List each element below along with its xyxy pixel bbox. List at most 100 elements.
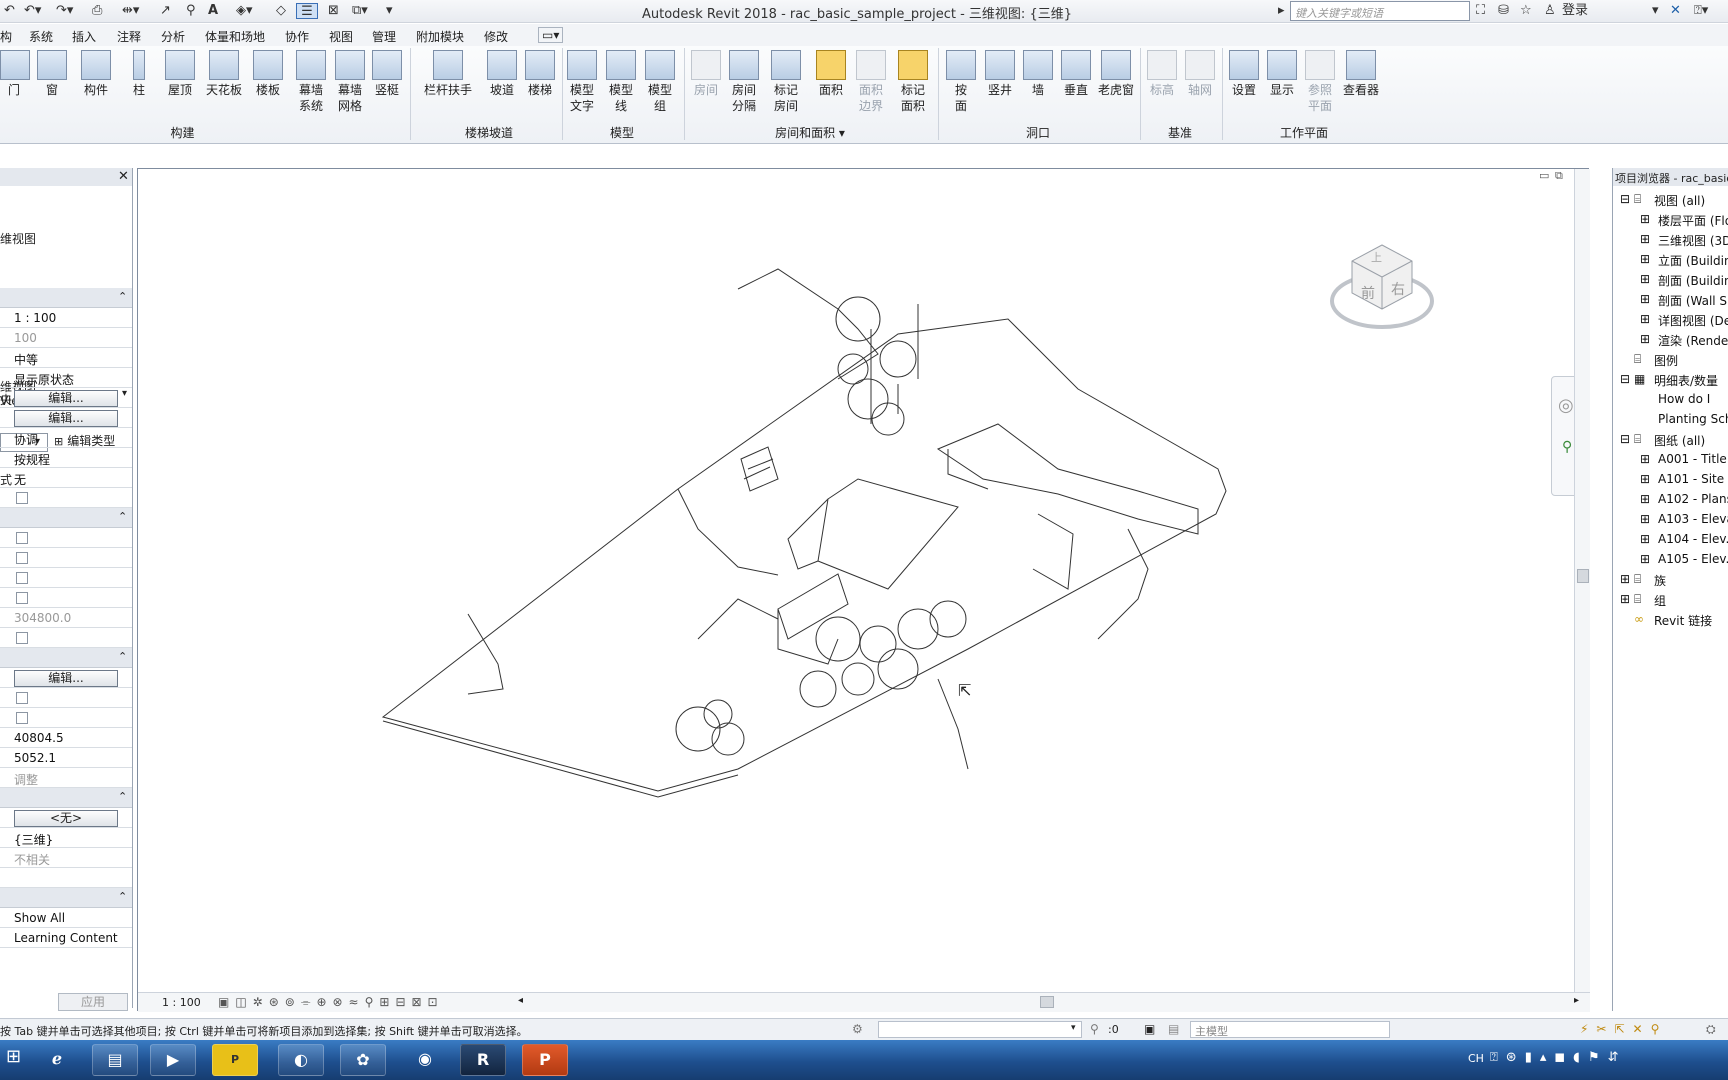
tree-item-planting[interactable]: Planting Sch [1658,412,1728,426]
prop-row[interactable]: 协调 [0,428,132,448]
tree-item-families[interactable]: 族 [1654,572,1666,589]
view-scale[interactable]: 1 : 100 [162,996,201,1009]
vertical-tool[interactable]: 垂直 [1058,50,1094,98]
expand-icon[interactable]: ⊟ [1620,432,1630,446]
set-workplane-tool[interactable]: 设置 [1226,50,1262,98]
tab-annotate[interactable]: 注释 [117,28,141,45]
mullion-tool[interactable]: 竖梃 [369,50,405,98]
floor-tool[interactable]: 楼板 [250,50,286,98]
door-tool[interactable]: 门 [0,50,30,98]
prop-row[interactable]: Show All [0,908,132,928]
baidu-icon[interactable]: ✿ [340,1044,386,1076]
prop-row[interactable]: 5052.1 [0,748,132,768]
selection-filter-icon[interactable]: ⚲ [1090,1022,1099,1036]
tag-room-tool[interactable]: 标记 房间 [768,50,804,114]
model-line-tool[interactable]: 模型 线 [603,50,639,114]
group-room-area[interactable]: 房间和面积 ▾ [684,124,936,141]
expand-icon[interactable]: ⊞ [1640,332,1650,346]
print-icon[interactable]: ⎙ [92,3,102,19]
user-icon[interactable]: ♙ [1544,3,1556,19]
horizontal-scroll-thumb[interactable] [1040,996,1054,1008]
section-header-identity[interactable]: ⌃ [0,788,132,808]
component-tool[interactable]: 构件 [76,50,116,98]
checkbox[interactable] [16,692,28,704]
app-menu-icon[interactable]: ↶ [4,3,15,19]
tree-item-schedules[interactable]: 明细表/数量 [1654,372,1718,389]
workset-dropdown[interactable]: ▾ [878,1021,1082,1038]
area-tool[interactable]: 面积 [813,50,849,98]
tree-item-a104[interactable]: A104 - Elev. [1658,532,1728,546]
section-header-phasing[interactable]: ⌃ [0,888,132,908]
blue-app-icon[interactable]: ◐ [278,1044,324,1076]
prop-row[interactable]: {三维} [0,828,132,848]
tree-item-how-do-i[interactable]: How do I [1658,392,1710,406]
edit-button[interactable]: 编辑... [14,390,118,407]
tab-systems[interactable]: 系统 [29,28,53,45]
close-icon[interactable]: ✕ [118,169,129,184]
tray-icons[interactable]: ⍰⊛▮▴◼◖⚑⇵ [1490,1050,1627,1065]
tab-insert[interactable]: 插入 [72,28,96,45]
expand-icon[interactable]: ⊞ [1640,512,1650,526]
design-option-dropdown[interactable]: 主模型 [1190,1021,1390,1038]
revit-icon[interactable]: R [460,1044,506,1076]
tree-item-legends[interactable]: 图例 [1654,352,1678,369]
design-options-icon[interactable]: ▤ [1168,1022,1179,1036]
viewcube-front[interactable]: 前 [1361,283,1375,303]
explorer-icon[interactable]: ▤ [92,1044,138,1076]
expand-icon[interactable]: ⊞ [1640,472,1650,486]
level-tool[interactable]: 标高 [1144,50,1180,98]
powerpoint-icon[interactable]: P [522,1044,568,1076]
dimension-icon[interactable]: ↗ [160,3,171,19]
steering-wheel-icon[interactable]: ◎ [1558,395,1574,416]
help-icon[interactable]: ⍰▾ [1694,3,1708,19]
by-face-tool[interactable]: 按 面 [944,50,978,114]
chrome-icon[interactable]: ◉ [402,1044,448,1076]
room-separator-tool[interactable]: 房间 分隔 [726,50,762,114]
text-icon[interactable]: A [208,3,218,19]
login-dropdown-icon[interactable]: ▾ [1652,3,1659,19]
roof-tool[interactable]: 屋顶 [160,50,200,98]
tree-item-a001[interactable]: A001 - Title [1658,452,1727,466]
expand-icon[interactable]: ⊞ [1640,492,1650,506]
railing-tool[interactable]: 栏杆扶手 [420,50,476,98]
tag-icon[interactable]: ⚲ [186,3,196,19]
prop-row[interactable]: 式无 [0,468,132,488]
expand-icon[interactable]: ⊟ [1620,192,1630,206]
viewcube[interactable]: 上 前 右 [1327,231,1437,341]
vertical-scrollbar[interactable] [1574,169,1590,992]
checkbox[interactable] [16,712,28,724]
tab-collaborate[interactable]: 协作 [285,28,309,45]
prop-row[interactable]: 中等 [0,348,132,368]
tree-item-floor-plans[interactable]: 楼层平面 (Flo [1658,212,1728,229]
tab-view[interactable]: 视图 [329,28,353,45]
binoculars-icon[interactable]: ⛶ [1476,3,1485,19]
tree-item-elevations[interactable]: 立面 (Buildin [1658,252,1728,269]
search-input[interactable]: 键入关键字或短语 [1290,1,1470,21]
tab-modify[interactable]: 修改 [484,28,508,45]
ie-icon[interactable]: ℯ [34,1044,80,1076]
search-arrow-icon[interactable]: ▸ [1278,3,1285,19]
expand-icon[interactable]: ⊞ [1640,252,1650,266]
expand-icon[interactable]: ⊞ [1640,272,1650,286]
checkbox[interactable] [16,592,28,604]
checkbox[interactable] [16,552,28,564]
expand-icon[interactable]: ⊞ [1620,572,1630,586]
curtain-grid-tool[interactable]: 幕墙 网格 [330,50,370,114]
edit-button[interactable]: 编辑... [14,670,118,687]
switch-windows-icon[interactable]: ⧉▾ [352,3,368,19]
curtain-system-tool[interactable]: 幕墙 系统 [291,50,331,114]
checkbox[interactable] [16,492,28,504]
checkbox[interactable] [16,632,28,644]
thin-lines-icon[interactable]: ☰ [296,3,318,19]
area-boundary-tool[interactable]: 面积 边界 [853,50,889,114]
type-selector[interactable]: 维视图 [0,188,132,246]
scroll-left-icon[interactable]: ◂ [518,995,523,1006]
tree-item-views[interactable]: 视图 (all) [1654,192,1705,209]
show-workplane-tool[interactable]: 显示 [1264,50,1300,98]
expand-icon[interactable]: ⊞ [1620,592,1630,606]
expand-icon[interactable]: ⊞ [1640,532,1650,546]
view-control-icons[interactable]: ▣◫✲⊛⊚⌯⊕⊗≈⚲⊞⊟⊠⊡ [218,995,444,1010]
qat-customize-icon[interactable]: ▾ [386,3,393,19]
tree-item-detail-views[interactable]: 详图视图 (De [1658,312,1728,329]
expand-icon[interactable]: ⊞ [1640,212,1650,226]
